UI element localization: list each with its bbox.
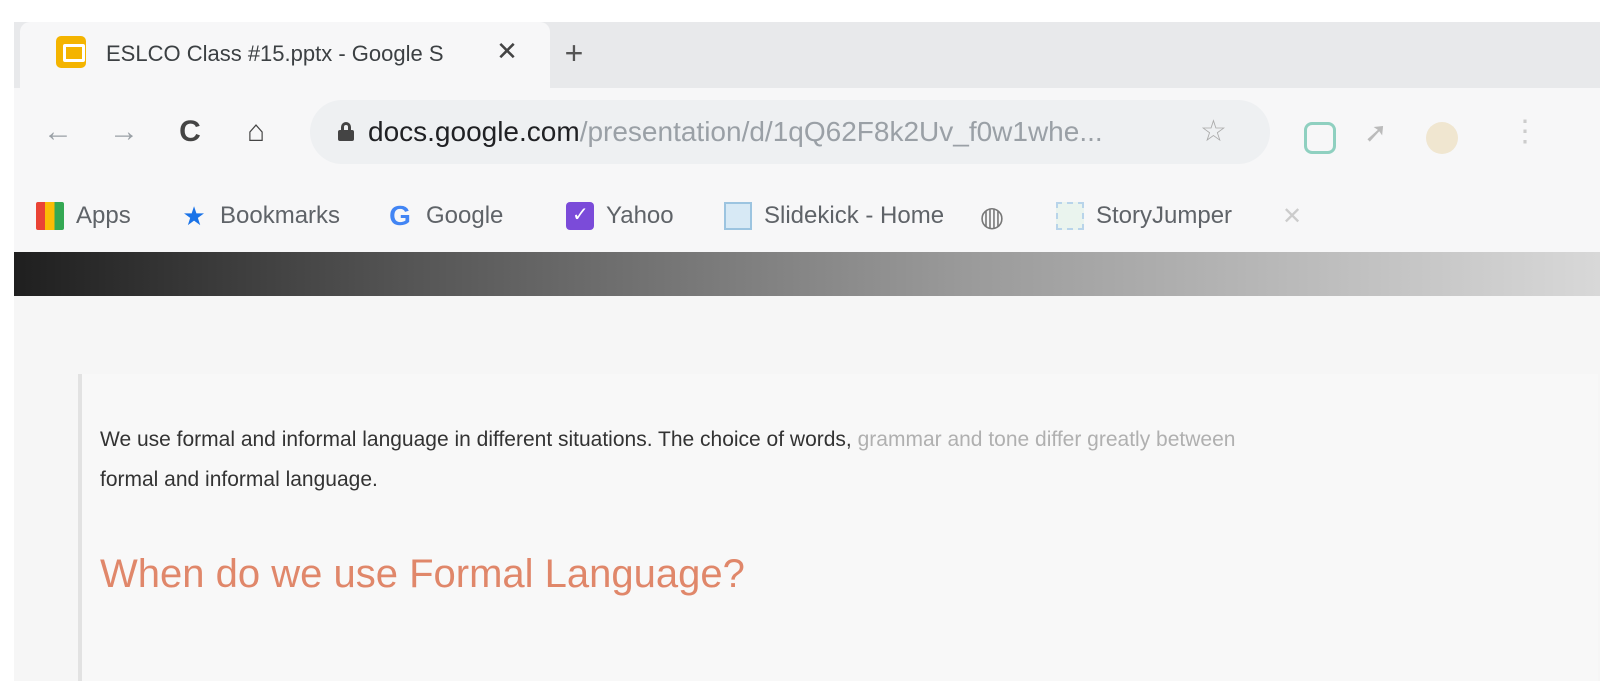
tab-strip: ESLCO Class #15.pptx - Google S ✕ + (14, 22, 1600, 88)
lock-icon[interactable] (338, 122, 354, 141)
menu-icon[interactable]: ⋮ (1510, 114, 1540, 149)
bookmark-label: Slidekick - Home (764, 202, 945, 229)
yahoo-icon (566, 202, 594, 230)
slide-header-gradient (14, 252, 1600, 296)
window-frame-left (0, 0, 14, 681)
slide-heading: When do we use Formal Language? (100, 552, 745, 596)
url-text[interactable]: docs.google.com/presentation/d/1qQ62F8k2… (368, 116, 1148, 148)
apps-icon (36, 202, 64, 230)
bookmark-yahoo[interactable]: Yahoo (566, 198, 674, 234)
url-path: /presentation/d/1qQ62F8k2Uv_f0w1whe... (579, 116, 1103, 147)
close-icon[interactable]: ✕ (490, 34, 524, 68)
slide-body-text: We use formal and informal language in d… (100, 420, 1480, 500)
bookmark-google[interactable]: G Google (386, 198, 503, 234)
browser-tab[interactable]: ESLCO Class #15.pptx - Google S ✕ (20, 22, 550, 88)
google-icon: G (389, 200, 411, 231)
bookmark-star-icon[interactable]: ☆ (1200, 114, 1227, 149)
bookmark-label: StoryJumper (1096, 202, 1233, 229)
home-icon[interactable]: ⌂ (236, 112, 276, 152)
star-icon: ★ (182, 200, 206, 231)
bookmark-apps[interactable]: Apps (36, 198, 131, 234)
new-tab-button[interactable]: + (554, 34, 594, 74)
reload-icon[interactable]: C (170, 112, 210, 152)
window-frame-top (0, 0, 1616, 22)
extension-icon[interactable] (1304, 122, 1336, 154)
url-host: docs.google.com (368, 116, 580, 147)
bookmark-globe[interactable]: ◍ (978, 198, 1006, 234)
forward-icon[interactable]: → (104, 112, 144, 152)
storyjumper-icon (1056, 202, 1084, 230)
back-icon[interactable]: ← (38, 112, 78, 152)
address-bar[interactable]: docs.google.com/presentation/d/1qQ62F8k2… (310, 100, 1270, 164)
window-frame-right (1600, 0, 1616, 681)
slide-page: We use formal and informal language in d… (78, 374, 1598, 681)
body-text-line2: formal and informal language. (100, 468, 378, 491)
bookmark-storyjumper[interactable]: StoryJumper (1056, 198, 1232, 234)
bookmark-bookmarks[interactable]: ★ Bookmarks (180, 198, 340, 234)
bookmark-label: Bookmarks (220, 202, 341, 229)
bookmark-label: Google (426, 202, 504, 229)
browser-toolbar: ← → C ⌂ docs.google.com/presentation/d/1… (14, 88, 1600, 180)
slides-icon (56, 36, 86, 68)
tab-title: ESLCO Class #15.pptx - Google S (106, 41, 444, 66)
document-content: We use formal and informal language in d… (14, 296, 1600, 681)
bookmarks-bar: Apps ★ Bookmarks G Google Yahoo Slidekic… (14, 180, 1600, 252)
bookmark-slidekick[interactable]: Slidekick - Home (724, 198, 944, 234)
body-text-dark: We use formal and informal language in d… (100, 428, 852, 451)
extension-puzzle-icon[interactable]: ➚ (1364, 116, 1396, 148)
close-icon[interactable]: ✕ (1282, 202, 1302, 231)
bookmark-label: Yahoo (606, 202, 674, 229)
body-text-faded: grammar and tone differ greatly between (851, 428, 1236, 451)
bookmark-label: Apps (76, 202, 131, 229)
globe-icon: ◍ (979, 200, 1005, 232)
slides-icon (724, 202, 752, 230)
profile-avatar-icon[interactable] (1426, 122, 1458, 154)
bookmark-close[interactable]: ✕ (1282, 198, 1302, 234)
